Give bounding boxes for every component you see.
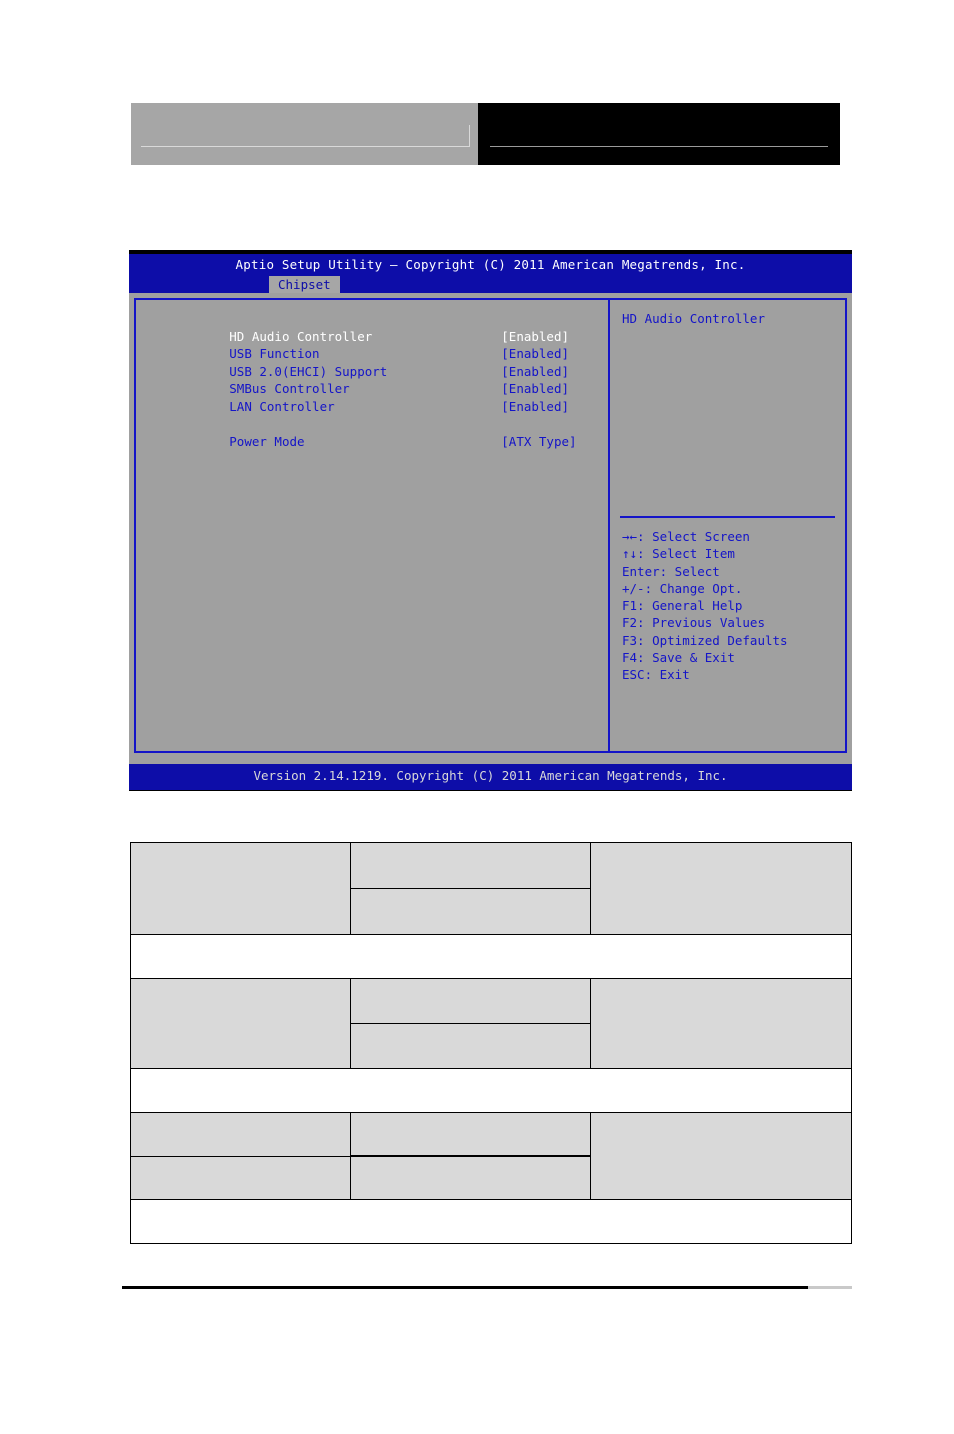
table-cell-description [590, 978, 852, 1069]
help-panel-title: HD Audio Controller [622, 311, 765, 326]
bios-help-panel: HD Audio Controller →←: Select Screen ↑↓… [610, 300, 845, 751]
page-bottom-rule [122, 1286, 852, 1289]
table-cell-description [590, 1112, 852, 1200]
header-left-vertical-rule [469, 125, 470, 147]
key-legend-select-item: ↑↓: Select Item [622, 546, 735, 562]
table-row [130, 934, 852, 979]
bios-tab-bar: Chipset [129, 276, 852, 293]
help-panel-divider [620, 516, 835, 518]
document-header [131, 103, 840, 165]
page-bottom-rule-tail [808, 1286, 852, 1289]
setting-row-power-mode[interactable]: Power Mode [ATX Type] [154, 415, 608, 449]
setting-row-usb-function[interactable]: USB Function [Enabled] [154, 328, 608, 361]
key-legend-enter-select: Enter: Select [622, 563, 720, 579]
table-cell-description [590, 842, 852, 935]
key-legend-select-screen: →←: Select Screen [622, 529, 750, 544]
table-cell-note [130, 1199, 852, 1244]
bios-setup-screen: Aptio Setup Utility – Copyright (C) 2011… [129, 250, 852, 791]
key-legend-esc-exit: ESC: Exit [622, 667, 690, 683]
setting-row-hd-audio-controller[interactable]: HD Audio Controller [Enabled] [154, 310, 608, 344]
bios-version-bar: Version 2.14.1219. Copyright (C) 2011 Am… [129, 764, 852, 790]
table-row [130, 842, 852, 935]
table-row [130, 978, 852, 1069]
table-row [130, 1068, 852, 1113]
header-left-block [131, 103, 478, 165]
table-row [130, 1112, 852, 1200]
key-legend-general-help: F1: General Help [622, 598, 743, 614]
table-cell-option-top [350, 978, 591, 1024]
table-cell-option-top [350, 842, 591, 889]
header-right-rule [490, 146, 828, 147]
bios-title-bar: Aptio Setup Utility – Copyright (C) 2011… [129, 254, 852, 276]
setting-row-lan-controller[interactable]: LAN Controller [Enabled] [154, 380, 608, 414]
bios-body-frame: HD Audio Controller [Enabled] USB Functio… [134, 298, 847, 753]
setting-label: Power Mode [229, 433, 305, 449]
table-cell-feature-top [130, 1112, 351, 1157]
table-cell-option-bottom [350, 1023, 591, 1069]
table-cell-feature [130, 978, 351, 1069]
setting-value[interactable]: [Enabled] [501, 398, 569, 416]
header-left-rule [141, 146, 470, 147]
table-cell-option-bottom [350, 888, 591, 935]
table-cell-option-bottom [350, 1155, 591, 1200]
setting-value[interactable]: [ATX Type] [501, 433, 576, 451]
setting-row-usb-20-ehci-support[interactable]: USB 2.0(EHCI) Support [Enabled] [154, 345, 608, 379]
table-cell-note [130, 1068, 852, 1113]
table-cell-note [130, 934, 852, 979]
bios-settings-list: HD Audio Controller [Enabled] USB Functio… [136, 300, 610, 751]
help-key-legend: →←: Select Screen ↑↓: Select Item Enter:… [622, 528, 788, 684]
table-cell-feature [130, 842, 351, 935]
key-legend-optimized-defaults: F3: Optimized Defaults [622, 632, 788, 648]
table-row [130, 1199, 852, 1244]
key-legend-save-and-exit: F4: Save & Exit [622, 650, 735, 666]
table-cell-option-top [350, 1112, 591, 1157]
key-legend-change-opt: +/-: Change Opt. [622, 580, 743, 596]
header-right-block [478, 103, 840, 165]
setting-row-smbus-controller[interactable]: SMBus Controller [Enabled] [154, 363, 608, 396]
bios-body: HD Audio Controller [Enabled] USB Functio… [129, 293, 852, 755]
specification-table [130, 842, 852, 1244]
setting-label: LAN Controller [229, 398, 335, 414]
bios-footer-padding [129, 755, 852, 764]
table-cell-feature-bottom [130, 1155, 351, 1200]
key-legend-previous-values: F2: Previous Values [622, 615, 765, 631]
tab-chipset[interactable]: Chipset [269, 276, 340, 293]
